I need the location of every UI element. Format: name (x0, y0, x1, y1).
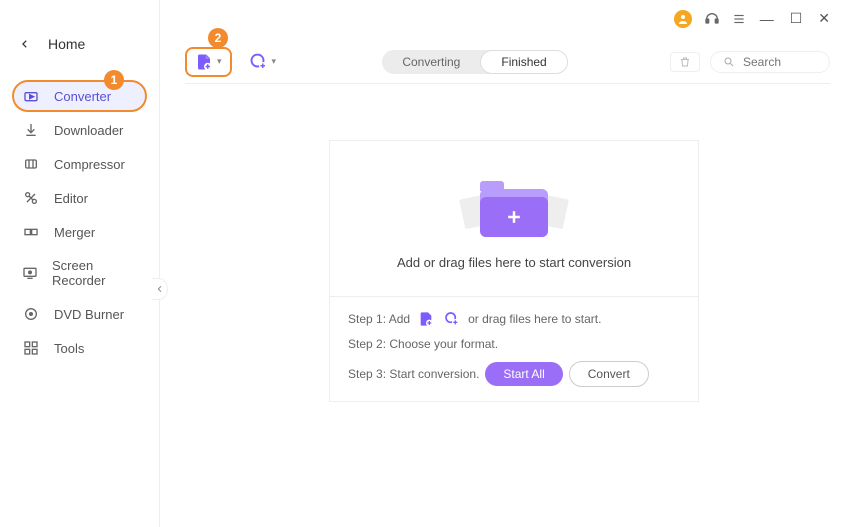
sidebar-item-downloader[interactable]: Downloader (12, 114, 147, 146)
home-label[interactable]: Home (48, 36, 85, 52)
sidebar: Home Converter Downloader Compressor Edi… (0, 0, 160, 527)
search-input[interactable] (743, 55, 813, 69)
status-tabs: Converting Finished (382, 50, 567, 74)
sidebar-item-converter[interactable]: Converter (12, 80, 147, 112)
convert-button[interactable]: Convert (569, 361, 649, 387)
step-2: Step 2: Choose your format. (348, 337, 680, 351)
sidebar-item-label: DVD Burner (54, 307, 124, 322)
add-file-icon[interactable] (418, 311, 434, 327)
sidebar-item-label: Tools (54, 341, 84, 356)
add-file-icon (195, 53, 213, 71)
converter-icon (22, 88, 40, 104)
main-panel: ▾ ▾ Converting Finished (165, 0, 850, 527)
tab-converting[interactable]: Converting (382, 50, 480, 74)
clear-list-button[interactable] (670, 52, 700, 72)
chevron-down-icon: ▾ (272, 56, 277, 67)
sidebar-item-label: Screen Recorder (52, 258, 137, 288)
search-box[interactable] (710, 51, 830, 73)
add-url-icon[interactable] (444, 311, 460, 327)
downloader-icon (22, 122, 40, 138)
start-all-button[interactable]: Start All (485, 362, 562, 386)
sidebar-item-label: Editor (54, 191, 88, 206)
dvd-burner-icon (22, 306, 40, 322)
add-url-icon (250, 53, 268, 71)
search-icon (723, 56, 735, 68)
sidebar-item-label: Downloader (54, 123, 123, 138)
sidebar-item-screen-recorder[interactable]: Screen Recorder (12, 250, 147, 296)
back-icon[interactable] (20, 38, 30, 50)
sidebar-item-dvd-burner[interactable]: DVD Burner (12, 298, 147, 330)
toolbar: ▾ ▾ Converting Finished (185, 40, 830, 84)
add-file-button[interactable]: ▾ (185, 47, 232, 77)
drop-headline: Add or drag files here to start conversi… (397, 255, 631, 270)
chevron-down-icon: ▾ (217, 56, 222, 67)
sidebar-item-merger[interactable]: Merger (12, 216, 147, 248)
sidebar-item-label: Compressor (54, 157, 125, 172)
merger-icon (22, 224, 40, 240)
annotation-badge-1: 1 (104, 70, 124, 90)
sidebar-item-compressor[interactable]: Compressor (12, 148, 147, 180)
sidebar-item-tools[interactable]: Tools (12, 332, 147, 364)
screen-recorder-icon (22, 265, 38, 281)
step-1: Step 1: Add or drag files here to start. (348, 311, 680, 327)
steps-area: Step 1: Add or drag files here to start.… (330, 296, 698, 401)
trash-icon (679, 56, 691, 68)
sidebar-item-editor[interactable]: Editor (12, 182, 147, 214)
editor-icon (22, 190, 40, 206)
tools-icon (22, 340, 40, 356)
sidebar-item-label: Merger (54, 225, 95, 240)
tab-finished[interactable]: Finished (480, 50, 567, 74)
add-url-button[interactable]: ▾ (246, 49, 281, 75)
folder-icon (464, 167, 564, 237)
drop-panel: Add or drag files here to start conversi… (329, 140, 699, 402)
sidebar-item-label: Converter (54, 89, 111, 104)
step-3: Step 3: Start conversion. Start All Conv… (348, 361, 680, 387)
compressor-icon (22, 156, 40, 172)
drop-zone[interactable]: Add or drag files here to start conversi… (330, 141, 698, 296)
